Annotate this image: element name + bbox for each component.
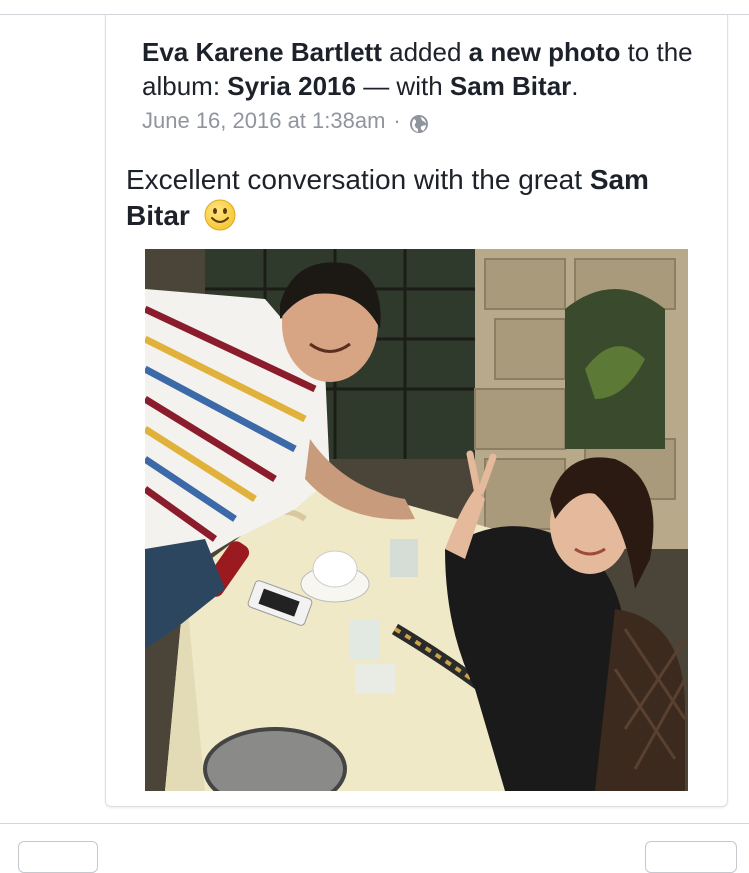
post-meta: June 16, 2016 at 1:38am · — [142, 105, 429, 137]
post-photo[interactable] — [145, 249, 688, 791]
globe-icon[interactable] — [409, 111, 429, 133]
post-card: Eva Karene Bartlett added a new photo to… — [105, 15, 728, 807]
caption-text: Excellent conversation with the great — [126, 164, 583, 195]
author-link[interactable]: Eva Karene Bartlett — [142, 37, 382, 67]
tagged-person-link[interactable]: Sam Bitar — [450, 71, 571, 101]
photo-link[interactable]: a new photo — [469, 37, 621, 67]
album-link[interactable]: Syria 2016 — [227, 71, 356, 101]
headline-period: . — [571, 71, 579, 101]
with-text: — with — [363, 71, 443, 101]
bottom-divider — [0, 823, 749, 824]
left-action-button[interactable] — [18, 841, 98, 873]
timestamp-link[interactable]: June 16, 2016 at 1:38am — [142, 105, 385, 137]
meta-separator: · — [393, 108, 401, 133]
post-headline: Eva Karene Bartlett added a new photo to… — [142, 35, 712, 103]
right-action-button[interactable] — [645, 841, 737, 873]
action-text: added — [389, 37, 462, 67]
photo-illustration — [145, 249, 688, 791]
smiley-icon — [204, 199, 236, 231]
post-caption: Excellent conversation with the great Sa… — [126, 162, 706, 234]
